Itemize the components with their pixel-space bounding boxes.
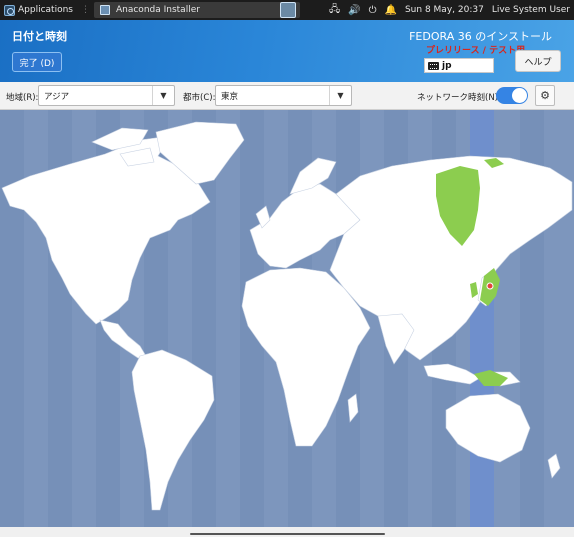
done-button[interactable]: 完了 (D) bbox=[12, 52, 62, 72]
switch-knob bbox=[512, 88, 527, 103]
applications-label: Applications bbox=[18, 5, 73, 15]
timezone-map[interactable] bbox=[0, 110, 574, 527]
keyboard-icon bbox=[428, 61, 439, 70]
city-label: 都市(C): bbox=[183, 93, 216, 103]
australia-landmass bbox=[445, 393, 531, 463]
keyboard-layout-label: jp bbox=[442, 60, 452, 71]
region-combo[interactable]: アジア ▼ bbox=[38, 85, 175, 106]
spoke-header: 日付と時刻 完了 (D) FEDORA 36 のインストール プレリリース / … bbox=[0, 20, 574, 82]
notification-bell-icon[interactable]: 🔔 bbox=[385, 5, 397, 16]
panel-separator: ⋮ bbox=[80, 5, 90, 15]
product-title: FEDORA 36 のインストール bbox=[409, 30, 552, 43]
power-icon[interactable]: ⏻ bbox=[369, 5, 377, 16]
region-label: 地域(R): bbox=[6, 93, 39, 103]
ntp-settings-button[interactable]: ⚙ bbox=[535, 85, 555, 106]
network-time-label: ネットワーク時刻(N) bbox=[417, 93, 498, 103]
chevron-down-icon: ▼ bbox=[329, 86, 351, 105]
chevron-down-icon: ▼ bbox=[152, 86, 174, 105]
keyboard-layout-indicator[interactable]: jp bbox=[424, 58, 494, 73]
system-panel: Applications ⋮ Anaconda Installer 🖧 🔊 ⏻ … bbox=[0, 0, 574, 20]
new-zealand-landmass bbox=[547, 453, 561, 479]
city-value: 東京 bbox=[221, 91, 239, 102]
window-footer bbox=[0, 527, 574, 537]
system-tray: 🖧 🔊 ⏻ 🔔 Sun 8 May, 20:37 Live System Use… bbox=[329, 0, 570, 20]
applications-menu[interactable]: Applications bbox=[0, 0, 77, 20]
selected-city-marker[interactable] bbox=[486, 282, 494, 290]
timezone-selector-bar: 地域(R): アジア ▼ 都市(C): 東京 ▼ ネットワーク時刻(N) ⚙ bbox=[0, 82, 574, 110]
workspace-switcher[interactable] bbox=[280, 2, 296, 18]
region-value: アジア bbox=[44, 91, 70, 102]
world-map-svg bbox=[0, 110, 573, 527]
city-combo[interactable]: 東京 ▼ bbox=[215, 85, 352, 106]
volume-icon[interactable]: 🔊 bbox=[348, 5, 360, 16]
anaconda-window-icon bbox=[99, 5, 110, 15]
clock[interactable]: Sun 8 May, 20:37 bbox=[405, 5, 484, 15]
prerelease-warning: プレリリース / テスト用 bbox=[426, 46, 526, 56]
gear-icon: ⚙ bbox=[540, 89, 550, 102]
taskbar-item-label: Anaconda Installer bbox=[115, 5, 200, 15]
help-button[interactable]: ヘルプ bbox=[515, 50, 561, 72]
network-time-switch[interactable] bbox=[496, 87, 528, 104]
applications-icon bbox=[4, 4, 15, 16]
taskbar-item-anaconda[interactable]: Anaconda Installer bbox=[93, 2, 300, 18]
page-title: 日付と時刻 bbox=[12, 30, 67, 43]
horizontal-scrollbar[interactable] bbox=[190, 533, 385, 535]
user-menu[interactable]: Live System User bbox=[492, 5, 570, 15]
network-icon[interactable]: 🖧 bbox=[329, 2, 340, 19]
